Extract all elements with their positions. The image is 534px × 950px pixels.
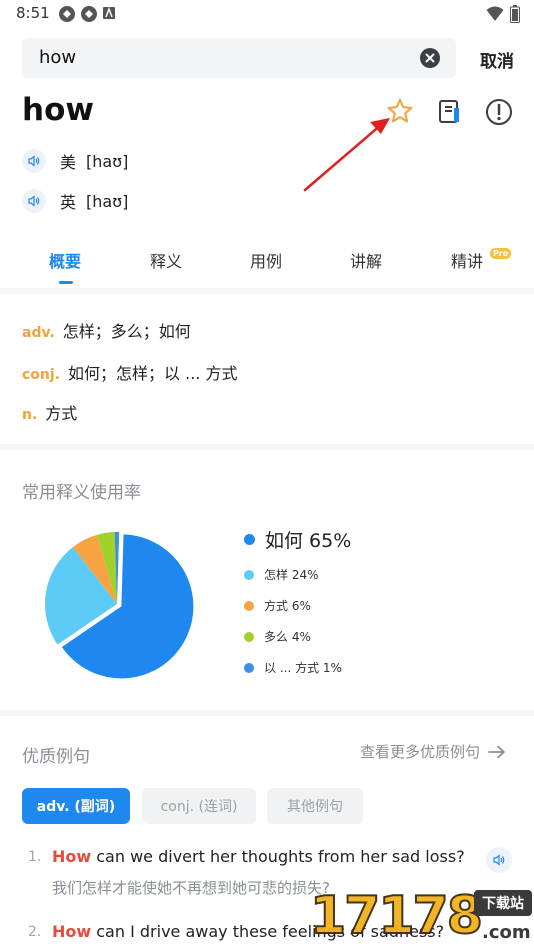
example-sentence-rest: can I drive away these feelings of sadne… [91, 922, 445, 941]
status-notification-icons [58, 5, 116, 23]
watermark-domain: .com [482, 922, 531, 943]
definition-text: 怎样；多么；如何 [62, 322, 191, 341]
definition-pos: conj. [22, 367, 61, 383]
status-time: 8:51 [16, 4, 50, 22]
more-examples-link[interactable]: 查看更多优质例句 [360, 741, 506, 762]
app-notification-icon [81, 6, 97, 22]
legend-label: 以 ... 方式 1% [264, 661, 342, 675]
arrow-right-icon [488, 745, 505, 758]
chip-other[interactable]: 其他例句 [267, 788, 363, 824]
status-system-icons [486, 5, 520, 23]
section-divider [0, 288, 534, 294]
app-notification-icon [59, 6, 75, 22]
legend-label: 如何 65% [265, 530, 352, 552]
section-divider [0, 710, 534, 716]
speaker-us-icon[interactable] [22, 149, 46, 173]
legend-swatch [244, 600, 254, 611]
definition-pos: adv. [22, 325, 55, 341]
examples-section-title: 优质例句 [22, 747, 90, 767]
wifi-icon [486, 6, 504, 21]
tab-bar: 概要 释义 用例 讲解 精讲 Pro [0, 240, 534, 286]
definition-text: 方式 [45, 404, 78, 423]
tab-usage[interactable]: 用例 [250, 248, 282, 272]
report-error-icon[interactable] [485, 98, 513, 126]
legend-label: 多么 4% [264, 630, 311, 644]
search-input[interactable]: how [22, 38, 456, 78]
active-tab-indicator [59, 281, 73, 284]
watermark-tag: 下载站 [474, 890, 532, 916]
search-row: how 取消 [22, 38, 514, 78]
pronunciation-ipa: [haʊ] [86, 191, 129, 211]
legend-item: 方式 6% [244, 597, 311, 614]
example-keyword: How [52, 847, 92, 866]
pronunciation-region: 美 [60, 153, 77, 172]
legend-swatch [244, 534, 255, 545]
section-divider [0, 444, 534, 450]
example-sentence-rest: can we divert her thoughts from her sad … [91, 847, 465, 866]
usage-section-title: 常用释义使用率 [22, 483, 141, 503]
definition-pos: n. [22, 407, 38, 423]
definition-item: adv. 怎样；多么；如何 [22, 318, 191, 342]
definition-text: 如何；怎样；以 ... 方式 [68, 364, 238, 383]
chip-conj[interactable]: conj. (连词) [142, 788, 256, 824]
legend-swatch [244, 631, 254, 642]
pronunciation-ipa: [haʊ] [86, 151, 129, 171]
tab-explanation[interactable]: 讲解 [350, 248, 382, 272]
example-number: 2. [28, 924, 42, 940]
example-keyword: How [52, 922, 92, 941]
tab-premium[interactable]: 精讲 [451, 248, 483, 272]
example-sentence: How can I drive away these feelings of s… [52, 922, 444, 941]
legend-label: 怎样 24% [264, 568, 319, 582]
more-examples-label: 查看更多优质例句 [359, 743, 480, 761]
chip-adv[interactable]: adv. (副词) [22, 788, 130, 824]
usage-pie-chart [44, 532, 194, 679]
legend-swatch [244, 662, 254, 673]
example-translation: 我们怎样才能使她不再想到她可悲的损失? [52, 879, 330, 897]
legend-item: 如何 65% [244, 526, 351, 553]
tab-definitions[interactable]: 释义 [150, 248, 182, 272]
annotation-arrow [303, 118, 390, 192]
example-speaker-icon[interactable] [486, 847, 512, 873]
example-sentence: How can we divert her thoughts from her … [52, 847, 465, 866]
word-title: how [22, 92, 95, 128]
status-bar: 8:51 [0, 0, 534, 28]
legend-item: 怎样 24% [244, 566, 319, 583]
notebook-icon[interactable] [437, 98, 463, 126]
example-number: 1. [28, 849, 42, 865]
cancel-button[interactable]: 取消 [480, 47, 514, 72]
legend-label: 方式 6% [264, 599, 311, 613]
search-input-value: how [39, 47, 77, 68]
pronunciation-region: 英 [60, 193, 77, 212]
legend-item: 多么 4% [244, 628, 311, 645]
definition-item: conj. 如何；怎样；以 ... 方式 [22, 360, 237, 384]
definition-item: n. 方式 [22, 400, 77, 424]
clear-search-icon[interactable] [420, 48, 440, 68]
legend-swatch [244, 569, 254, 580]
text-notification-icon [103, 6, 115, 19]
speaker-uk-icon[interactable] [22, 189, 46, 213]
battery-icon [510, 5, 520, 23]
pro-badge: Pro [490, 248, 512, 259]
pronunciation-uk: 英 [haʊ] [22, 188, 128, 214]
pronunciation-us: 美 [haʊ] [22, 148, 128, 174]
tab-overview[interactable]: 概要 [49, 248, 81, 272]
favorite-star-icon[interactable] [386, 97, 414, 125]
legend-item: 以 ... 方式 1% [244, 659, 342, 676]
